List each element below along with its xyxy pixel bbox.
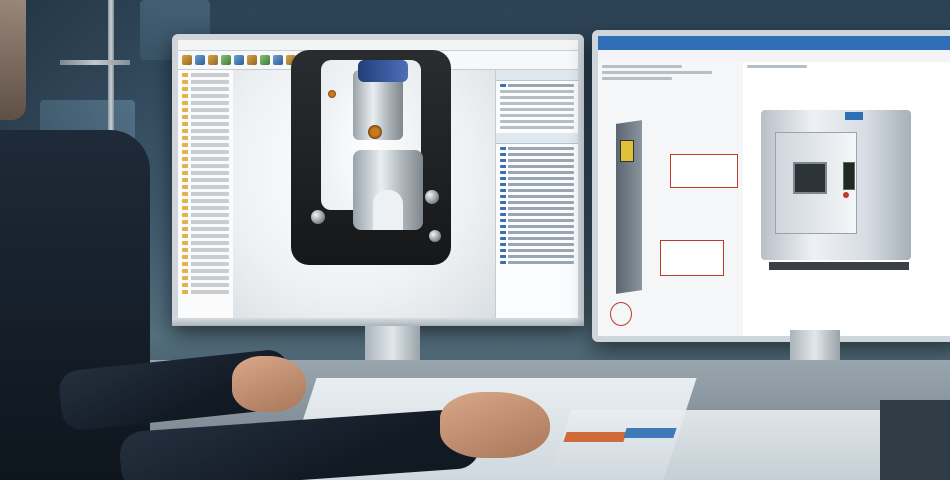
bolt-head xyxy=(425,190,439,204)
right-monitor xyxy=(592,30,950,342)
callout-circle xyxy=(610,302,632,326)
left-monitor-bezel xyxy=(172,318,584,326)
sketch-icon[interactable] xyxy=(234,55,244,65)
property-panel[interactable] xyxy=(495,70,578,320)
hand xyxy=(232,356,306,412)
browser-header xyxy=(598,36,950,50)
cad-viewport[interactable] xyxy=(233,50,495,320)
blueprint-paper xyxy=(548,410,932,480)
blue-marker xyxy=(623,428,677,438)
orange-bushing xyxy=(328,90,336,98)
office-scene xyxy=(0,0,950,480)
callout-box xyxy=(670,154,738,188)
model-viewer[interactable] xyxy=(743,62,950,336)
panel-header xyxy=(496,133,578,144)
status-light xyxy=(843,192,849,198)
cad-application xyxy=(178,40,578,320)
feature-icon[interactable] xyxy=(221,55,231,65)
documentation-app xyxy=(598,36,950,336)
brand-badge xyxy=(845,112,863,120)
panel-header xyxy=(496,70,578,81)
folder-icon[interactable] xyxy=(182,55,192,65)
feature-tree[interactable] xyxy=(178,70,234,320)
mate-icon[interactable] xyxy=(260,55,270,65)
view-icon[interactable] xyxy=(273,55,283,65)
orange-marker xyxy=(563,432,627,442)
clevis-gap xyxy=(373,190,403,230)
orange-bushing xyxy=(368,125,382,139)
hand xyxy=(440,392,550,458)
blue-component xyxy=(358,60,408,82)
machine-window xyxy=(793,162,827,194)
callout-box xyxy=(660,240,724,276)
control-display xyxy=(843,162,855,190)
bolt-head xyxy=(429,230,441,242)
left-monitor xyxy=(172,34,584,326)
assembly-icon[interactable] xyxy=(208,55,218,65)
document-pane[interactable] xyxy=(598,62,744,336)
bolt-head xyxy=(311,210,325,224)
machine-base xyxy=(769,262,909,270)
warning-label-icon xyxy=(620,140,634,162)
part-icon[interactable] xyxy=(195,55,205,65)
person-head-edge xyxy=(0,0,26,120)
desk-object xyxy=(880,400,950,480)
extrude-icon[interactable] xyxy=(247,55,257,65)
